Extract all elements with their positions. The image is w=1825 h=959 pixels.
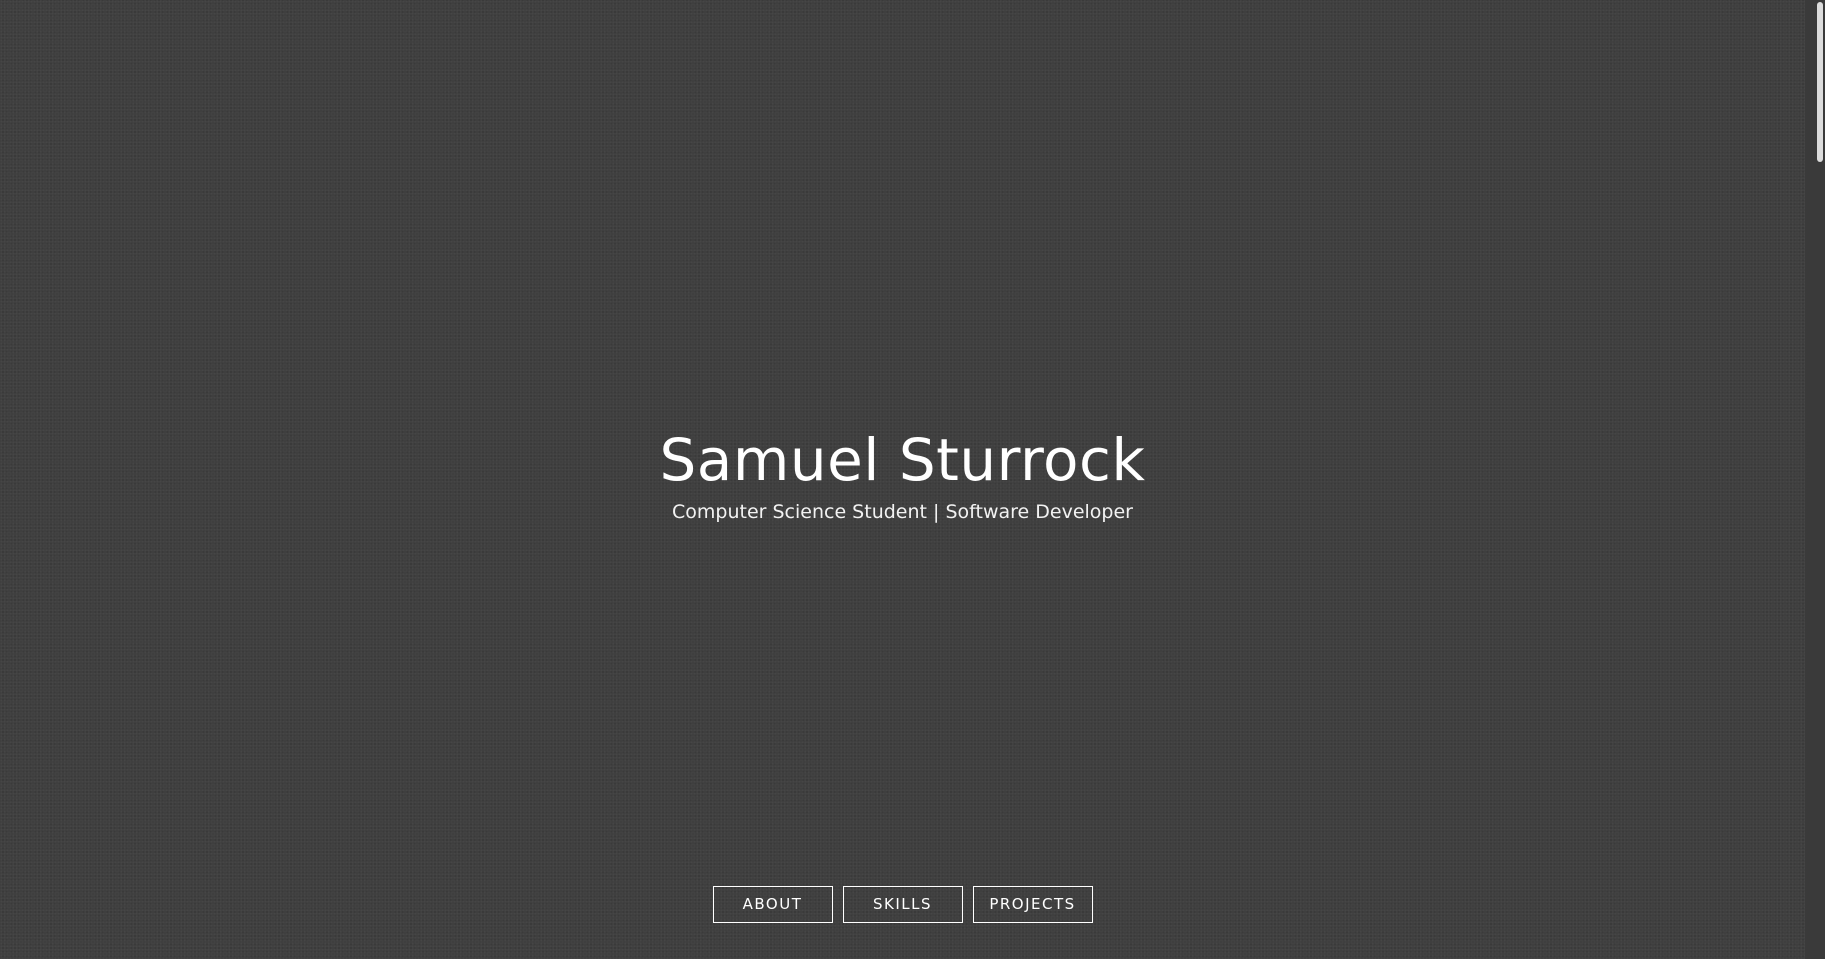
scrollbar[interactable]	[1805, 0, 1825, 959]
scrollbar-thumb[interactable]	[1817, 2, 1823, 162]
page-subtitle: Computer Science Student | Software Deve…	[672, 501, 1133, 523]
hero-text: Samuel Sturrock Computer Science Student…	[0, 425, 1805, 525]
projects-button[interactable]: PROJECTS	[972, 886, 1093, 923]
section-nav: ABOUT SKILLS PROJECTS	[0, 886, 1805, 923]
hero-section: Samuel Sturrock Computer Science Student…	[0, 0, 1805, 959]
skills-button[interactable]: SKILLS	[842, 886, 963, 923]
page-title: Samuel Sturrock	[659, 426, 1146, 494]
about-button[interactable]: ABOUT	[712, 886, 833, 923]
